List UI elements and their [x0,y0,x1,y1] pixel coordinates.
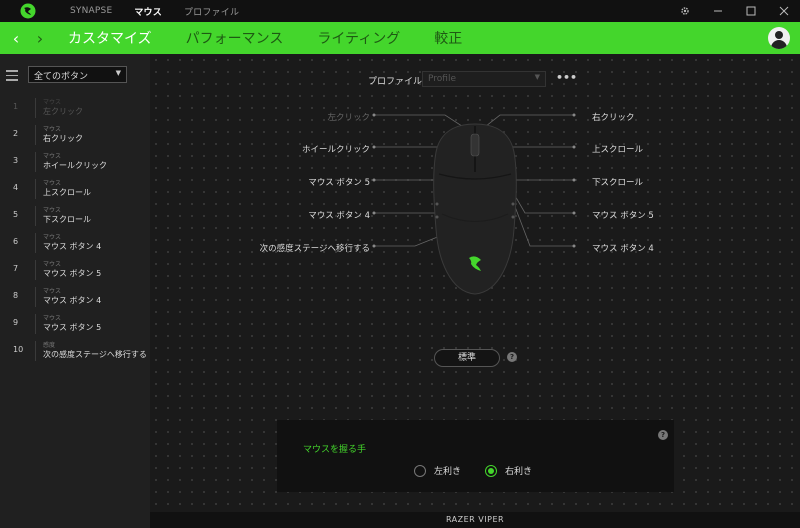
top-tab-synapse[interactable]: SYNAPSE [70,6,112,16]
top-tab-mouse[interactable]: マウス [134,5,162,18]
divider [35,314,36,334]
left-handed-label: 左利き [434,467,462,477]
right-mouse-button-4-label[interactable]: マウス ボタン 4 [592,242,654,254]
binding-row[interactable]: 4 マウス 上スクロール [0,175,150,202]
tab-performance[interactable]: パフォーマンス [186,28,284,48]
left-mouse-button-4-label[interactable]: マウス ボタン 4 [270,209,370,221]
title-bar: SYNAPSE マウス プロファイル [0,0,800,22]
right-mouse-button-5-label[interactable]: マウス ボタン 5 [592,209,654,221]
binding-number: 10 [13,345,24,354]
handedness-title: マウスを握る手 [303,445,367,455]
binding-sidebar: 全てのボタン ▼ 1 マウス 左クリック 2 マウス 右クリック 3 マウス ホイールクリック 4… [0,54,150,528]
binding-row[interactable]: 7 マウス マウス ボタン 5 [0,256,150,283]
right-handed-option[interactable]: 右利き [485,464,532,477]
tab-customize[interactable]: カスタマイズ [68,28,152,48]
binding-category: マウス [43,180,62,187]
tab-lighting[interactable]: ライティング [317,28,400,48]
binding-action: マウス ボタン 5 [43,323,102,332]
binding-row[interactable]: 6 マウス マウス ボタン 4 [0,229,150,256]
binding-action: マウス ボタン 5 [43,269,102,278]
device-name: RAZER VIPER [150,512,800,528]
binding-action: 上スクロール [43,188,91,197]
minimize-icon[interactable] [701,0,734,22]
button-filter-dropdown[interactable]: 全てのボタン ▼ [28,66,127,83]
binding-category: マウス [43,288,62,295]
divider [35,233,36,253]
binding-row[interactable]: 10 感度 次の感度ステージへ移行する [0,337,150,364]
menu-icon[interactable] [6,70,18,81]
left-click-label[interactable]: 左クリック [290,111,370,123]
binding-action: マウス ボタン 4 [43,242,102,251]
back-arrow-icon[interactable]: ‹ [4,29,28,48]
left-handed-radio[interactable] [414,464,426,477]
binding-category: マウス [43,153,62,160]
sub-nav-bar: ‹ › カスタマイズ パフォーマンス ライティング 較正 [0,22,800,54]
handedness-panel: ? マウスを握る手 左利き 右利き [277,420,674,492]
chevron-down-icon: ▼ [115,69,121,77]
binding-list: 1 マウス 左クリック 2 マウス 右クリック 3 マウス ホイールクリック 4 マウス 上スクロール… [0,94,150,364]
forward-arrow-icon[interactable]: › [28,29,52,48]
binding-number: 5 [13,210,19,219]
tab-calibration[interactable]: 較正 [434,28,462,48]
right-handed-radio[interactable] [485,464,497,477]
binding-number: 7 [13,264,19,273]
binding-action: 左クリック [43,107,83,116]
binding-number: 8 [13,291,19,300]
maximize-icon[interactable] [734,0,767,22]
binding-number: 4 [13,183,19,192]
user-avatar-icon[interactable] [768,27,790,49]
binding-action: 右クリック [43,134,83,143]
divider [35,152,36,172]
top-tab-profile[interactable]: プロファイル [184,5,239,18]
binding-row[interactable]: 8 マウス マウス ボタン 4 [0,283,150,310]
binding-action: 下スクロール [43,215,91,224]
divider [35,260,36,280]
binding-category: マウス [43,261,62,268]
scroll-up-label[interactable]: 上スクロール [592,143,643,155]
settings-gear-icon[interactable] [668,0,701,22]
binding-action: マウス ボタン 4 [43,296,102,305]
binding-category: マウス [43,234,62,241]
binding-row[interactable]: 5 マウス 下スクロール [0,202,150,229]
divider [35,206,36,226]
close-icon[interactable] [767,0,800,22]
binding-number: 9 [13,318,19,327]
razer-viper-mouse [433,123,517,295]
scroll-down-label[interactable]: 下スクロール [592,176,643,188]
right-click-label[interactable]: 右クリック [592,111,635,123]
filter-value: 全てのボタン [34,72,89,82]
left-mouse-button-5-label[interactable]: マウス ボタン 5 [270,176,370,188]
divider [35,125,36,145]
standard-view-button[interactable]: 標準 [434,349,500,367]
help-icon[interactable]: ? [507,352,517,362]
binding-category: マウス [43,207,62,214]
dpi-stage-cycle-label[interactable]: 次の感度ステージへ移行する [230,242,370,254]
binding-category: マウス [43,126,62,133]
left-handed-option[interactable]: 左利き [414,464,461,477]
help-icon[interactable]: ? [658,430,668,440]
binding-row[interactable]: 3 マウス ホイールクリック [0,148,150,175]
razer-logo-icon [18,1,38,21]
binding-action: 次の感度ステージへ移行する [43,350,147,359]
mouse-customize-panel: プロファイル Profile ▼ ••• 左クリック ホイールクリック マウス … [150,54,800,512]
divider [35,341,36,361]
binding-category: 感度 [43,342,56,349]
wheel-click-label[interactable]: ホイールクリック [270,143,370,155]
binding-number: 3 [13,156,19,165]
binding-category: マウス [43,315,62,322]
binding-number: 6 [13,237,19,246]
right-handed-label: 右利き [505,467,533,477]
divider [35,98,36,118]
binding-row[interactable]: 1 マウス 左クリック [0,94,150,121]
divider [35,179,36,199]
mouse-diagram [372,113,576,295]
binding-row[interactable]: 9 マウス マウス ボタン 5 [0,310,150,337]
binding-action: ホイールクリック [43,161,107,170]
binding-number: 1 [13,102,19,111]
binding-number: 2 [13,129,19,138]
divider [35,287,36,307]
binding-category: マウス [43,99,62,106]
binding-row[interactable]: 2 マウス 右クリック [0,121,150,148]
